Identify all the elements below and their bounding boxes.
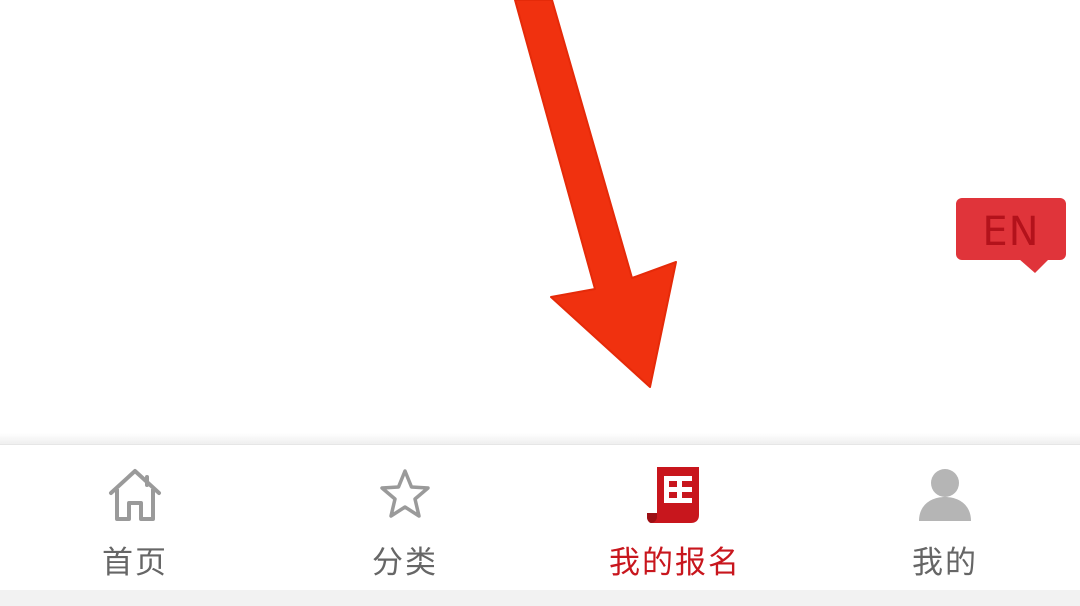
home-icon bbox=[109, 469, 161, 521]
tab-mine-label: 我的 bbox=[912, 545, 978, 581]
tab-category-label: 分类 bbox=[372, 545, 438, 581]
tab-home-label: 首页 bbox=[102, 545, 168, 581]
content-area bbox=[0, 0, 1080, 440]
tab-category[interactable]: 分类 bbox=[270, 445, 540, 591]
tab-my-registration[interactable]: 我的报名 bbox=[540, 445, 810, 591]
user-icon bbox=[919, 469, 971, 521]
tab-my-registration-label: 我的报名 bbox=[609, 545, 741, 581]
bottom-tab-bar: 首页 分类 我的报名 我的 bbox=[0, 444, 1080, 591]
language-toggle-button[interactable]: EN bbox=[955, 197, 1067, 275]
app-screen: EN 首页 分类 我的报名 我的 bbox=[0, 0, 1080, 606]
language-toggle-label: EN bbox=[982, 209, 1040, 255]
tab-home[interactable]: 首页 bbox=[0, 445, 270, 591]
tab-mine[interactable]: 我的 bbox=[810, 445, 1080, 591]
star-icon bbox=[380, 469, 430, 518]
registration-document-icon bbox=[647, 467, 699, 523]
bottom-strip bbox=[0, 590, 1080, 606]
